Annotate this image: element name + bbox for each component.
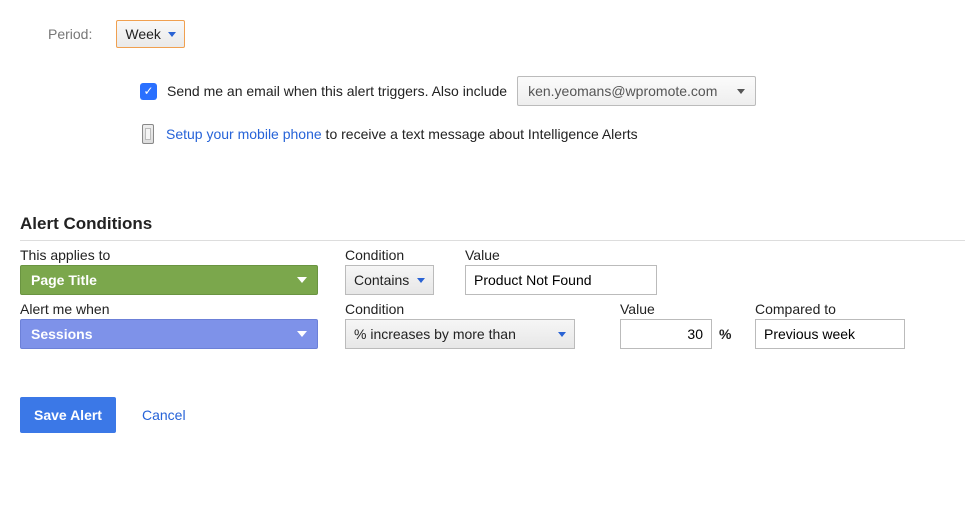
percent-symbol: % — [715, 326, 755, 342]
applies-to-label: This applies to — [20, 247, 345, 263]
save-alert-button[interactable]: Save Alert — [20, 397, 116, 433]
divider — [20, 240, 965, 241]
alert-value-label: Value — [620, 301, 735, 317]
footer: Save Alert Cancel — [20, 397, 965, 433]
email-checkbox[interactable]: ✓ — [140, 83, 157, 100]
applies-dimension-select[interactable]: Page Title — [20, 265, 318, 295]
alert-metric-select[interactable]: Sessions — [20, 319, 318, 349]
chevron-down-icon — [558, 332, 566, 337]
applies-value-label: Value — [465, 247, 665, 263]
applies-condition-select[interactable]: Contains — [345, 265, 434, 295]
applies-condition-value: Contains — [354, 272, 409, 288]
period-dropdown[interactable]: Week — [116, 20, 185, 48]
alert-compared-label: Compared to — [755, 301, 920, 317]
applies-condition-label: Condition — [345, 247, 465, 263]
applies-value-input[interactable] — [465, 265, 657, 295]
chevron-down-icon — [297, 277, 307, 283]
email-row: ✓ Send me an email when this alert trigg… — [140, 76, 965, 106]
mobile-suffix-text: to receive a text message about Intellig… — [322, 126, 638, 142]
alert-condition-label: Condition — [345, 301, 620, 317]
applies-dimension-value: Page Title — [31, 272, 97, 288]
email-text: Send me an email when this alert trigger… — [167, 83, 507, 99]
mobile-row: Setup your mobile phone to receive a tex… — [140, 124, 965, 144]
phone-icon — [142, 124, 154, 144]
alert-conditions-header: Alert Conditions — [20, 214, 965, 234]
chevron-down-icon — [297, 331, 307, 337]
period-row: Period: Week — [20, 20, 965, 48]
chevron-down-icon — [417, 278, 425, 283]
email-recipient-value: ken.yeomans@wpromote.com — [528, 83, 717, 99]
alert-value-input[interactable] — [620, 319, 712, 349]
compared-to-input[interactable] — [755, 319, 905, 349]
setup-mobile-link[interactable]: Setup your mobile phone — [166, 126, 322, 142]
chevron-down-icon — [737, 89, 745, 94]
period-label: Period: — [48, 26, 92, 42]
period-dropdown-value: Week — [125, 26, 161, 42]
cancel-button[interactable]: Cancel — [142, 407, 186, 423]
chevron-down-icon — [168, 32, 176, 37]
alert-condition-select[interactable]: % increases by more than — [345, 319, 575, 349]
email-recipient-dropdown[interactable]: ken.yeomans@wpromote.com — [517, 76, 756, 106]
alert-metric-value: Sessions — [31, 326, 92, 342]
alert-condition-value: % increases by more than — [354, 326, 516, 342]
alert-when-label: Alert me when — [20, 301, 345, 317]
